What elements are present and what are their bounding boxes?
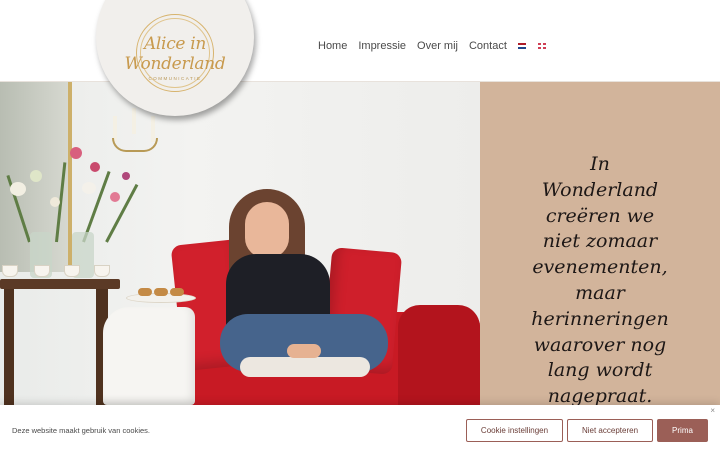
flag-en-icon[interactable] [537, 43, 546, 49]
logo-title: Alice in Wonderland [124, 34, 226, 74]
nav-impressie[interactable]: Impressie [358, 40, 406, 52]
quote-line: In [590, 153, 610, 175]
logo-subtitle: COMMUNICATIE [148, 76, 202, 81]
pastry [170, 288, 184, 296]
site-header: Alice in Wonderland COMMUNICATIE Home Im… [0, 0, 720, 116]
quote-line: waarover nog [533, 333, 667, 356]
close-icon[interactable]: × [710, 406, 715, 415]
cookie-settings-button[interactable]: Cookie instellingen [466, 419, 563, 442]
quote-line: maar [575, 281, 625, 304]
sofa-arm [398, 305, 480, 405]
teacup [94, 265, 110, 277]
white-blanket [103, 307, 195, 405]
quote-line: evenementen, [532, 256, 668, 279]
nav-home[interactable]: Home [318, 40, 347, 52]
main-nav: Home Impressie Over mij Contact [318, 40, 558, 52]
quote-line: creëren we [545, 204, 655, 227]
flag-nl-icon[interactable] [517, 43, 526, 49]
teacup [2, 265, 18, 277]
quote-line: niet zomaar [542, 230, 658, 253]
table-leg [4, 288, 14, 405]
quote-line: nagepraat. [547, 385, 653, 405]
accept-cookies-button[interactable]: Prima [657, 419, 708, 442]
quote-line: lang wordt [547, 359, 653, 382]
nav-contact[interactable]: Contact [469, 40, 507, 52]
side-table [0, 279, 120, 289]
flower-bouquet [0, 142, 145, 243]
pastry [154, 288, 168, 296]
person-face [245, 202, 289, 258]
quote-panel: In Wonderland creëren we niet zomaar eve… [480, 82, 720, 405]
hero-photo [0, 82, 480, 405]
cookie-message: Deze website maakt gebruik van cookies. [12, 426, 150, 435]
reject-cookies-button[interactable]: Niet accepteren [567, 419, 653, 442]
quote-line: herinneringen [531, 307, 669, 330]
teacup [64, 265, 80, 277]
person-hands [287, 344, 321, 358]
hero-quote: In Wonderland creëren we niet zomaar eve… [494, 152, 706, 405]
cookie-banner: × Deze website maakt gebruik van cookies… [0, 405, 720, 450]
quote-line: Wonderland [541, 178, 659, 201]
person-feet [240, 357, 370, 377]
pastry [138, 288, 152, 296]
nav-over-mij[interactable]: Over mij [417, 40, 458, 52]
teacup [34, 265, 50, 277]
